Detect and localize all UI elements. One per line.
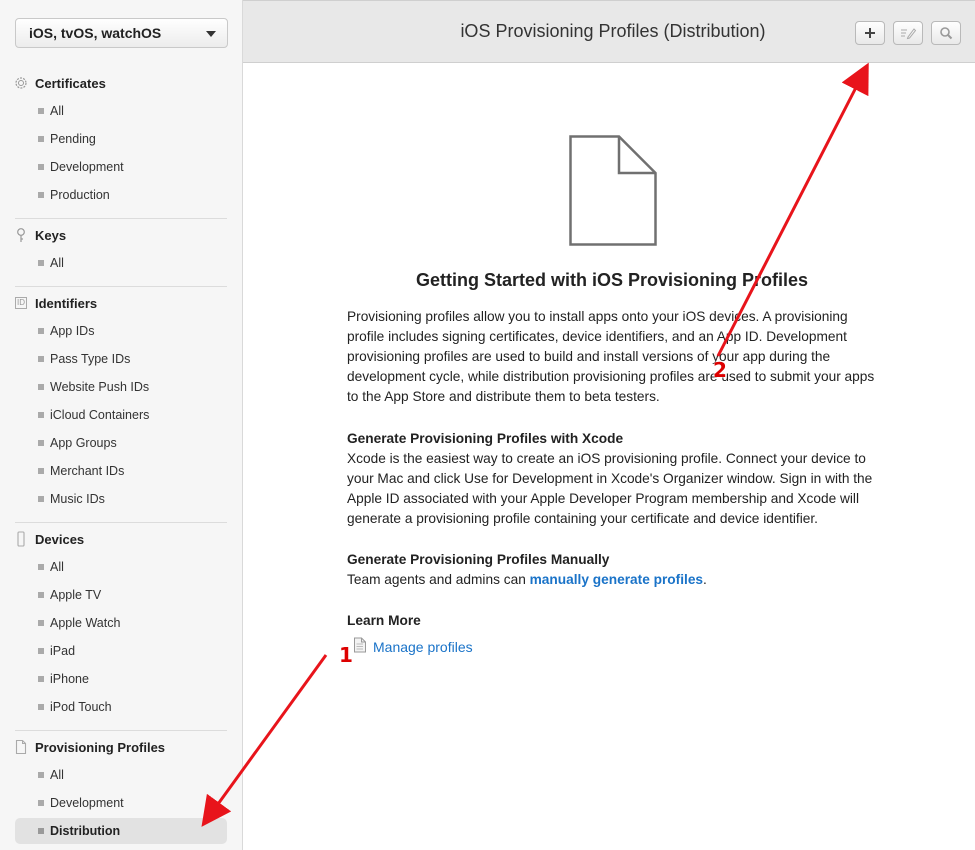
manual-heading: Generate Provisioning Profiles Manually xyxy=(347,552,610,567)
sidebar-item-certificates-all[interactable]: All xyxy=(15,98,227,124)
section-devices: Devices xyxy=(13,529,84,549)
divider xyxy=(15,286,227,287)
sidebar-item-profiles-all[interactable]: All xyxy=(15,762,227,788)
chevron-down-icon xyxy=(206,31,216,37)
manually-generate-profiles-link[interactable]: manually generate profiles xyxy=(530,572,703,587)
sidebar-item-apple-watch[interactable]: Apple Watch xyxy=(15,610,227,636)
sidebar-item-apple-tv[interactable]: Apple TV xyxy=(15,582,227,608)
manage-profiles-link[interactable]: Manage profiles xyxy=(373,639,473,655)
sidebar-item-profiles-development[interactable]: Development xyxy=(15,790,227,816)
device-icon xyxy=(13,531,29,547)
certificate-icon xyxy=(13,75,29,91)
sidebar-item-app-groups[interactable]: App Groups xyxy=(15,430,227,456)
edit-button[interactable] xyxy=(893,21,923,45)
sidebar-item-ipad[interactable]: iPad xyxy=(15,638,227,664)
manual-paragraph: Team agents and admins can manually gene… xyxy=(347,572,707,587)
platform-selector[interactable]: iOS, tvOS, watchOS xyxy=(15,18,228,48)
section-label: Identifiers xyxy=(35,295,98,311)
search-button[interactable] xyxy=(931,21,961,45)
sidebar-item-ipod-touch[interactable]: iPod Touch xyxy=(15,694,227,720)
sidebar-item-icloud-containers[interactable]: iCloud Containers xyxy=(15,402,227,428)
learn-more-heading: Learn More xyxy=(347,613,421,628)
edit-icon xyxy=(901,28,917,40)
divider xyxy=(15,730,227,731)
section-identifiers: ID Identifiers xyxy=(13,293,97,313)
content-header: iOS Provisioning Profiles (Distribution) xyxy=(243,0,975,63)
main-content: Getting Started with iOS Provisioning Pr… xyxy=(243,63,975,850)
divider xyxy=(15,218,227,219)
section-certificates: Certificates xyxy=(13,73,106,93)
xcode-heading: Generate Provisioning Profiles with Xcod… xyxy=(347,431,624,446)
sidebar-item-certificates-pending[interactable]: Pending xyxy=(15,126,227,152)
sidebar-item-profiles-distribution[interactable]: Distribution xyxy=(15,818,227,844)
file-icon xyxy=(353,637,367,656)
document-icon xyxy=(569,135,657,251)
platform-selector-label: iOS, tvOS, watchOS xyxy=(29,25,162,41)
annotation-number-2: 2 xyxy=(713,358,727,382)
section-label: Devices xyxy=(35,531,85,547)
sidebar-item-app-ids[interactable]: App IDs xyxy=(15,318,227,344)
sidebar-item-iphone[interactable]: iPhone xyxy=(15,666,227,692)
xcode-section: Generate Provisioning Profiles with Xcod… xyxy=(347,429,882,529)
getting-started-heading: Getting Started with iOS Provisioning Pr… xyxy=(415,270,809,290)
section-label: Certificates xyxy=(35,75,106,91)
sidebar-item-devices-all[interactable]: All xyxy=(15,554,227,580)
document-icon xyxy=(13,739,29,755)
xcode-paragraph: Xcode is the easiest way to create an iO… xyxy=(347,451,873,526)
section-provisioning-profiles: Provisioning Profiles xyxy=(13,737,165,757)
sidebar-item-keys-all[interactable]: All xyxy=(15,250,227,276)
id-icon: ID xyxy=(15,297,27,309)
manual-section: Generate Provisioning Profiles Manually … xyxy=(347,550,882,590)
key-icon xyxy=(13,227,29,243)
intro-paragraph: Provisioning profiles allow you to insta… xyxy=(347,309,875,404)
section-label: Provisioning Profiles xyxy=(35,739,166,755)
sidebar-item-merchant-ids[interactable]: Merchant IDs xyxy=(15,458,227,484)
sidebar-item-music-ids[interactable]: Music IDs xyxy=(15,486,227,512)
section-keys: Keys xyxy=(13,225,66,245)
manage-profiles-row[interactable]: Manage profiles xyxy=(353,637,473,656)
plus-icon xyxy=(865,28,875,38)
search-icon xyxy=(940,27,953,40)
section-label: Keys xyxy=(35,227,67,243)
sidebar-item-pass-type-ids[interactable]: Pass Type IDs xyxy=(15,346,227,372)
add-button[interactable] xyxy=(855,21,885,45)
sidebar-item-website-push-ids[interactable]: Website Push IDs xyxy=(15,374,227,400)
annotation-number-1: 1 xyxy=(339,643,353,667)
sidebar-item-certificates-development[interactable]: Development xyxy=(15,154,227,180)
sidebar: iOS, tvOS, watchOS Certificates All Pend… xyxy=(0,0,243,850)
sidebar-item-certificates-production[interactable]: Production xyxy=(15,182,227,208)
divider xyxy=(15,522,227,523)
